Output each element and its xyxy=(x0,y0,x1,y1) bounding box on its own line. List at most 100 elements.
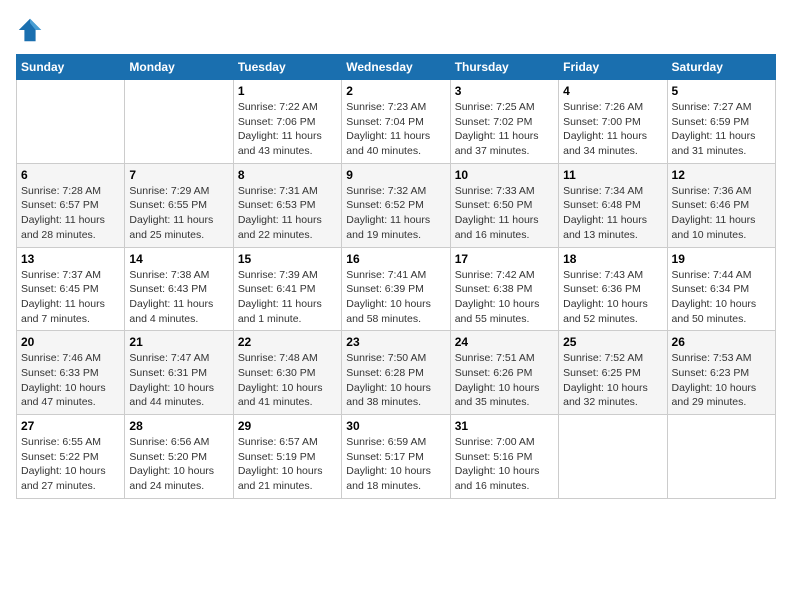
calendar-cell: 19Sunrise: 7:44 AM Sunset: 6:34 PM Dayli… xyxy=(667,247,775,331)
calendar-cell: 23 Sunrise: 7:50 AM Sunset: 6:28 PM Dayli… xyxy=(342,331,450,415)
day-info: Sunrise: 7:36 AM Sunset: 6:46 PM Dayligh… xyxy=(672,184,771,243)
calendar-cell: 4 Sunrise: 7:26 AM Sunset: 7:00 PM Daylig… xyxy=(559,80,667,164)
calendar-cell: 31Sunrise: 7:00 AM Sunset: 5:16 PM Dayli… xyxy=(450,415,558,499)
day-info: Sunrise: 7:47 AM Sunset: 6:31 PM Dayligh… xyxy=(129,351,228,410)
calendar-cell: 15Sunrise: 7:39 AM Sunset: 6:41 PM Dayli… xyxy=(233,247,341,331)
day-info: Sunrise: 7:52 AM Sunset: 6:25 PM Dayligh… xyxy=(563,351,662,410)
calendar-cell: 30 Sunrise: 6:59 AM Sunset: 5:17 PM Dayli… xyxy=(342,415,450,499)
day-number: 29 xyxy=(238,419,337,433)
calendar-week-row: 27Sunrise: 6:55 AM Sunset: 5:22 PM Dayli… xyxy=(17,415,776,499)
day-number: 26 xyxy=(672,335,771,349)
day-info: Sunrise: 7:34 AM Sunset: 6:48 PM Dayligh… xyxy=(563,184,662,243)
day-number: 7 xyxy=(129,168,228,182)
day-info: Sunrise: 7:23 AM Sunset: 7:04 PM Dayligh… xyxy=(346,100,445,159)
day-number: 11 xyxy=(563,168,662,182)
calendar-week-row: 6 Sunrise: 7:28 AM Sunset: 6:57 PM Daylig… xyxy=(17,163,776,247)
calendar-cell: 21 Sunrise: 7:47 AM Sunset: 6:31 PM Dayli… xyxy=(125,331,233,415)
calendar-week-row: 20 Sunrise: 7:46 AM Sunset: 6:33 PM Dayli… xyxy=(17,331,776,415)
weekday-header: Wednesday xyxy=(342,55,450,80)
weekday-header: Thursday xyxy=(450,55,558,80)
day-info: Sunrise: 7:27 AM Sunset: 6:59 PM Dayligh… xyxy=(672,100,771,159)
day-info: Sunrise: 7:43 AM Sunset: 6:36 PM Dayligh… xyxy=(563,268,662,327)
calendar-cell xyxy=(17,80,125,164)
day-number: 9 xyxy=(346,168,445,182)
day-number: 25 xyxy=(563,335,662,349)
calendar-cell xyxy=(125,80,233,164)
day-number: 21 xyxy=(129,335,228,349)
calendar-cell: 16 Sunrise: 7:41 AM Sunset: 6:39 PM Dayli… xyxy=(342,247,450,331)
calendar-week-row: 1 Sunrise: 7:22 AM Sunset: 7:06 PM Daylig… xyxy=(17,80,776,164)
day-number: 23 xyxy=(346,335,445,349)
day-number: 16 xyxy=(346,252,445,266)
logo-icon xyxy=(16,16,44,44)
calendar-cell: 18 Sunrise: 7:43 AM Sunset: 6:36 PM Dayli… xyxy=(559,247,667,331)
calendar-cell: 29Sunrise: 6:57 AM Sunset: 5:19 PM Dayli… xyxy=(233,415,341,499)
day-number: 10 xyxy=(455,168,554,182)
day-info: Sunrise: 6:59 AM Sunset: 5:17 PM Dayligh… xyxy=(346,435,445,494)
day-number: 1 xyxy=(238,84,337,98)
calendar-cell xyxy=(667,415,775,499)
calendar-cell: 10 Sunrise: 7:33 AM Sunset: 6:50 PM Dayli… xyxy=(450,163,558,247)
day-info: Sunrise: 7:22 AM Sunset: 7:06 PM Dayligh… xyxy=(238,100,337,159)
calendar-cell: 2 Sunrise: 7:23 AM Sunset: 7:04 PM Daylig… xyxy=(342,80,450,164)
weekday-header: Friday xyxy=(559,55,667,80)
day-number: 5 xyxy=(672,84,771,98)
day-number: 22 xyxy=(238,335,337,349)
day-number: 31 xyxy=(455,419,554,433)
day-info: Sunrise: 7:32 AM Sunset: 6:52 PM Dayligh… xyxy=(346,184,445,243)
day-number: 3 xyxy=(455,84,554,98)
calendar-cell: 7 Sunrise: 7:29 AM Sunset: 6:55 PM Daylig… xyxy=(125,163,233,247)
day-info: Sunrise: 7:25 AM Sunset: 7:02 PM Dayligh… xyxy=(455,100,554,159)
calendar-table: SundayMondayTuesdayWednesdayThursdayFrid… xyxy=(16,54,776,499)
weekday-header: Sunday xyxy=(17,55,125,80)
page-header xyxy=(16,16,776,44)
calendar-cell: 8Sunrise: 7:31 AM Sunset: 6:53 PM Daylig… xyxy=(233,163,341,247)
day-info: Sunrise: 6:56 AM Sunset: 5:20 PM Dayligh… xyxy=(129,435,228,494)
day-info: Sunrise: 7:50 AM Sunset: 6:28 PM Dayligh… xyxy=(346,351,445,410)
day-number: 4 xyxy=(563,84,662,98)
day-number: 20 xyxy=(21,335,120,349)
day-info: Sunrise: 7:51 AM Sunset: 6:26 PM Dayligh… xyxy=(455,351,554,410)
day-number: 28 xyxy=(129,419,228,433)
day-number: 13 xyxy=(21,252,120,266)
day-number: 12 xyxy=(672,168,771,182)
calendar-cell: 27Sunrise: 6:55 AM Sunset: 5:22 PM Dayli… xyxy=(17,415,125,499)
weekday-header: Tuesday xyxy=(233,55,341,80)
calendar-cell: 13 Sunrise: 7:37 AM Sunset: 6:45 PM Dayli… xyxy=(17,247,125,331)
day-info: Sunrise: 7:33 AM Sunset: 6:50 PM Dayligh… xyxy=(455,184,554,243)
day-info: Sunrise: 7:41 AM Sunset: 6:39 PM Dayligh… xyxy=(346,268,445,327)
weekday-header: Saturday xyxy=(667,55,775,80)
day-number: 17 xyxy=(455,252,554,266)
weekday-header: Monday xyxy=(125,55,233,80)
day-number: 27 xyxy=(21,419,120,433)
day-info: Sunrise: 7:29 AM Sunset: 6:55 PM Dayligh… xyxy=(129,184,228,243)
day-info: Sunrise: 7:46 AM Sunset: 6:33 PM Dayligh… xyxy=(21,351,120,410)
calendar-cell: 24Sunrise: 7:51 AM Sunset: 6:26 PM Dayli… xyxy=(450,331,558,415)
day-info: Sunrise: 7:53 AM Sunset: 6:23 PM Dayligh… xyxy=(672,351,771,410)
calendar-week-row: 13 Sunrise: 7:37 AM Sunset: 6:45 PM Dayli… xyxy=(17,247,776,331)
calendar-cell: 28 Sunrise: 6:56 AM Sunset: 5:20 PM Dayli… xyxy=(125,415,233,499)
day-info: Sunrise: 7:26 AM Sunset: 7:00 PM Dayligh… xyxy=(563,100,662,159)
calendar-cell: 1 Sunrise: 7:22 AM Sunset: 7:06 PM Daylig… xyxy=(233,80,341,164)
day-number: 18 xyxy=(563,252,662,266)
calendar-cell: 5 Sunrise: 7:27 AM Sunset: 6:59 PM Daylig… xyxy=(667,80,775,164)
calendar-cell: 26 Sunrise: 7:53 AM Sunset: 6:23 PM Dayli… xyxy=(667,331,775,415)
day-number: 2 xyxy=(346,84,445,98)
day-number: 30 xyxy=(346,419,445,433)
calendar-header-row: SundayMondayTuesdayWednesdayThursdayFrid… xyxy=(17,55,776,80)
calendar-cell xyxy=(559,415,667,499)
calendar-cell: 20 Sunrise: 7:46 AM Sunset: 6:33 PM Dayli… xyxy=(17,331,125,415)
day-number: 6 xyxy=(21,168,120,182)
day-info: Sunrise: 7:39 AM Sunset: 6:41 PM Dayligh… xyxy=(238,268,337,327)
calendar-cell: 12 Sunrise: 7:36 AM Sunset: 6:46 PM Dayli… xyxy=(667,163,775,247)
calendar-cell: 14Sunrise: 7:38 AM Sunset: 6:43 PM Dayli… xyxy=(125,247,233,331)
calendar-cell: 6 Sunrise: 7:28 AM Sunset: 6:57 PM Daylig… xyxy=(17,163,125,247)
day-info: Sunrise: 7:48 AM Sunset: 6:30 PM Dayligh… xyxy=(238,351,337,410)
calendar-cell: 3 Sunrise: 7:25 AM Sunset: 7:02 PM Daylig… xyxy=(450,80,558,164)
day-info: Sunrise: 7:37 AM Sunset: 6:45 PM Dayligh… xyxy=(21,268,120,327)
logo xyxy=(16,16,48,44)
day-number: 19 xyxy=(672,252,771,266)
day-info: Sunrise: 7:28 AM Sunset: 6:57 PM Dayligh… xyxy=(21,184,120,243)
day-info: Sunrise: 7:42 AM Sunset: 6:38 PM Dayligh… xyxy=(455,268,554,327)
calendar-cell: 17 Sunrise: 7:42 AM Sunset: 6:38 PM Dayli… xyxy=(450,247,558,331)
